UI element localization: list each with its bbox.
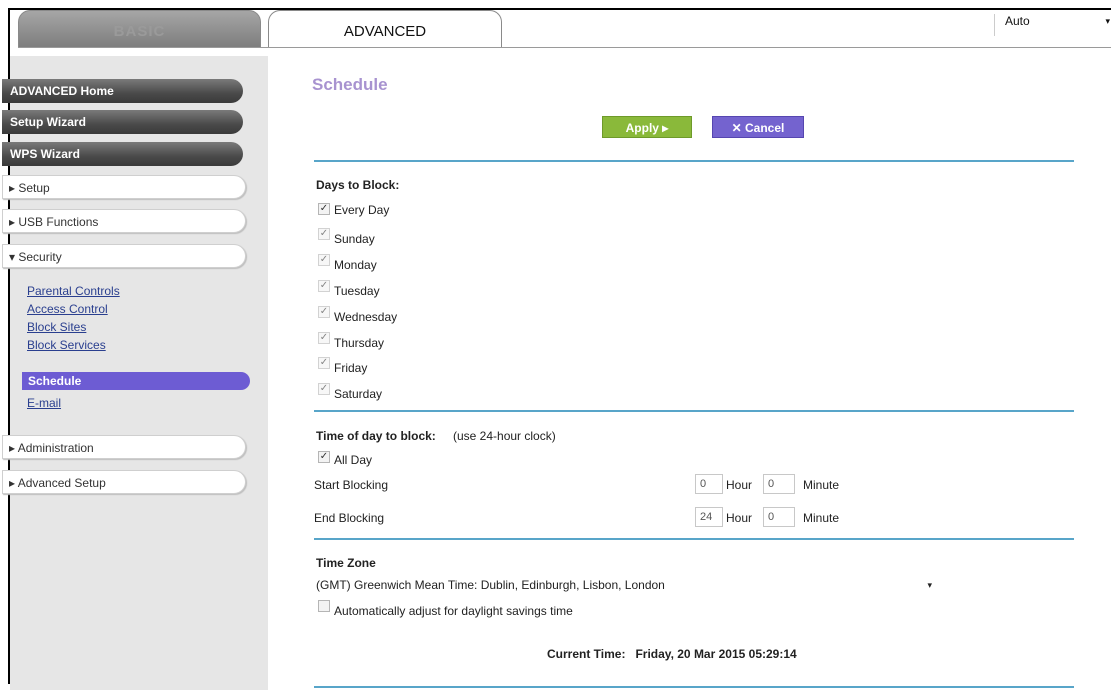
- sidebar-link-email[interactable]: E-mail: [27, 396, 61, 410]
- section-divider: [314, 686, 1074, 688]
- end-blocking-label: End Blocking: [314, 511, 385, 525]
- sidebar-link-access-control[interactable]: Access Control: [27, 302, 108, 316]
- tab-advanced[interactable]: ADVANCED: [268, 10, 502, 48]
- language-value: Auto: [1005, 14, 1030, 28]
- sidebar-link-block-services[interactable]: Block Services: [27, 338, 106, 352]
- sidebar-link-schedule[interactable]: Schedule: [22, 372, 250, 390]
- timezone-heading: Time Zone: [316, 556, 376, 570]
- start-hour-unit: Hour: [726, 478, 753, 492]
- sidebar-link-parental-controls[interactable]: Parental Controls: [27, 284, 120, 298]
- sidebar-item-administration[interactable]: ▸ Administration: [2, 435, 246, 459]
- label-sunday: Sunday: [334, 232, 375, 246]
- start-blocking-label: Start Blocking: [314, 478, 389, 492]
- current-time-label: Current Time:: [547, 647, 626, 661]
- sidebar-link-block-sites[interactable]: Block Sites: [27, 320, 86, 334]
- main-content: [288, 56, 1111, 690]
- checkbox-thursday[interactable]: ✓: [318, 332, 330, 344]
- cancel-button[interactable]: ✕ Cancel: [712, 116, 804, 138]
- tab-basic[interactable]: BASIC: [18, 10, 261, 48]
- current-time: Current Time: Friday, 20 Mar 2015 05:29:1…: [547, 647, 797, 661]
- label-friday: Friday: [334, 361, 368, 375]
- label-thursday: Thursday: [334, 336, 385, 350]
- start-minute-input[interactable]: 0: [763, 474, 795, 494]
- label-all-day: All Day: [334, 453, 373, 467]
- sidebar-item-usb-functions[interactable]: ▸ USB Functions: [2, 209, 246, 233]
- section-divider: [314, 538, 1074, 540]
- time-heading-note: (use 24-hour clock): [453, 429, 556, 443]
- section-divider: [314, 410, 1074, 412]
- checkbox-friday[interactable]: ✓: [318, 357, 330, 369]
- current-time-value: Friday, 20 Mar 2015 05:29:14: [635, 647, 797, 661]
- label-tuesday: Tuesday: [334, 284, 380, 298]
- chevron-down-icon: ▾: [1105, 16, 1110, 26]
- checkbox-monday[interactable]: ✓: [318, 254, 330, 266]
- label-wednesday: Wednesday: [334, 310, 398, 324]
- sidebar-setup-wizard[interactable]: Setup Wizard: [2, 110, 243, 134]
- checkbox-every-day[interactable]: ✓: [318, 203, 330, 215]
- page-title: Schedule: [312, 75, 388, 94]
- tab-baseline: [18, 47, 1111, 48]
- start-minute-unit: Minute: [803, 478, 840, 492]
- sidebar-item-setup[interactable]: ▸ Setup: [2, 175, 246, 199]
- checkbox-sunday[interactable]: ✓: [318, 228, 330, 240]
- end-hour-unit: Hour: [726, 511, 753, 525]
- end-minute-unit: Minute: [803, 511, 840, 525]
- days-heading: Days to Block:: [316, 178, 400, 192]
- start-hour-input[interactable]: 0: [695, 474, 723, 494]
- checkbox-all-day[interactable]: ✓: [318, 451, 330, 463]
- timezone-select[interactable]: (GMT) Greenwich Mean Time: Dublin, Edinb…: [314, 576, 934, 594]
- label-saturday: Saturday: [334, 387, 383, 401]
- checkbox-saturday[interactable]: ✓: [318, 383, 330, 395]
- checkbox-tuesday[interactable]: ✓: [318, 280, 330, 292]
- apply-button[interactable]: Apply ▸: [602, 116, 692, 138]
- end-hour-input[interactable]: 24: [695, 507, 723, 527]
- sidebar-advanced-home[interactable]: ADVANCED Home: [2, 79, 243, 103]
- sidebar-item-security[interactable]: ▾ Security: [2, 244, 246, 268]
- label-dst: Automatically adjust for daylight saving…: [334, 604, 573, 618]
- checkbox-wednesday[interactable]: ✓: [318, 306, 330, 318]
- time-heading: Time of day to block:: [316, 429, 436, 443]
- sidebar-wps-wizard[interactable]: WPS Wizard: [2, 142, 243, 166]
- sidebar-item-advanced-setup[interactable]: ▸ Advanced Setup: [2, 470, 246, 494]
- label-monday: Monday: [334, 258, 377, 272]
- end-minute-input[interactable]: 0: [763, 507, 795, 527]
- language-select[interactable]: Auto ▾: [994, 14, 1114, 36]
- label-every-day: Every Day: [334, 203, 390, 217]
- section-divider: [314, 160, 1074, 162]
- timezone-selected-value: (GMT) Greenwich Mean Time: Dublin, Edinb…: [316, 578, 665, 592]
- checkbox-dst[interactable]: [318, 600, 330, 612]
- chevron-down-icon: ▾: [927, 580, 932, 590]
